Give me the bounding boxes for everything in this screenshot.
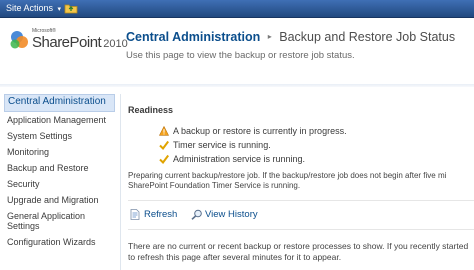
top-ribbon-bar: Site Actions ▾ bbox=[0, 0, 474, 18]
magnifier-icon bbox=[191, 209, 202, 220]
nav-divider bbox=[120, 94, 121, 270]
nav-item-monitoring[interactable]: Monitoring bbox=[7, 147, 115, 157]
note-line: SharePoint Foundation Timer Service is r… bbox=[128, 181, 301, 190]
quick-launch: Central Administration Application Manag… bbox=[0, 94, 118, 270]
nav-item-general-application-settings[interactable]: General Application Settings bbox=[7, 211, 97, 231]
main-content: Readiness A backup or restore is current… bbox=[122, 94, 474, 270]
refresh-page-icon bbox=[130, 209, 140, 220]
status-text: A backup or restore is currently in prog… bbox=[173, 126, 347, 136]
title-divider bbox=[0, 84, 474, 87]
site-actions-label: Site Actions bbox=[6, 3, 54, 13]
logo-product-name: SharePoint 2010 bbox=[32, 34, 128, 51]
toolbar-divider bbox=[128, 200, 474, 201]
checkmark-icon bbox=[159, 140, 169, 150]
navigate-up-folder-icon[interactable] bbox=[64, 2, 78, 14]
checkmark-icon bbox=[159, 154, 169, 164]
nav-item-application-management[interactable]: Application Management bbox=[7, 115, 115, 125]
message-line: to refresh this page after several minut… bbox=[128, 252, 342, 262]
toolbar-divider bbox=[128, 229, 474, 230]
nav-item-security[interactable]: Security bbox=[7, 179, 115, 189]
preparing-job-note: Preparing current backup/restore job. If… bbox=[128, 171, 474, 191]
sharepoint-logo-icon bbox=[10, 31, 28, 49]
nav-item-central-administration[interactable]: Central Administration bbox=[4, 94, 115, 112]
page-description: Use this page to view the backup or rest… bbox=[126, 50, 355, 61]
nav-item-system-settings[interactable]: System Settings bbox=[7, 131, 115, 141]
sharepoint-logo: Microsoft® SharePoint 2010 bbox=[8, 26, 134, 66]
status-text: Administration service is running. bbox=[173, 154, 306, 164]
breadcrumb-site-title[interactable]: Central Administration bbox=[126, 30, 260, 44]
page-title: Backup and Restore Job Status bbox=[279, 30, 456, 44]
nav-item-configuration-wizards[interactable]: Configuration Wizards bbox=[7, 237, 115, 247]
note-line: Preparing current backup/restore job. If… bbox=[128, 171, 447, 180]
warning-icon bbox=[159, 126, 169, 136]
nav-item-upgrade-and-migration[interactable]: Upgrade and Migration bbox=[7, 195, 115, 205]
message-line: There are no current or recent backup or… bbox=[128, 241, 469, 251]
no-jobs-message: There are no current or recent backup or… bbox=[128, 241, 474, 263]
readiness-heading: Readiness bbox=[128, 105, 174, 115]
page-title-breadcrumb: Central Administration ▸ Backup and Rest… bbox=[126, 30, 455, 44]
view-history-label: View History bbox=[205, 209, 258, 220]
site-actions-menu[interactable]: Site Actions ▾ bbox=[6, 3, 61, 13]
breadcrumb-separator-icon: ▸ bbox=[267, 32, 272, 41]
logo-year: 2010 bbox=[103, 38, 128, 50]
refresh-label: Refresh bbox=[144, 209, 178, 220]
title-area: Microsoft® SharePoint 2010 Central Admini… bbox=[0, 18, 474, 84]
chevron-down-icon: ▾ bbox=[57, 6, 62, 13]
logo-product-text: SharePoint bbox=[32, 34, 102, 51]
status-text: Timer service is running. bbox=[173, 140, 271, 150]
nav-item-backup-and-restore[interactable]: Backup and Restore bbox=[7, 163, 115, 173]
